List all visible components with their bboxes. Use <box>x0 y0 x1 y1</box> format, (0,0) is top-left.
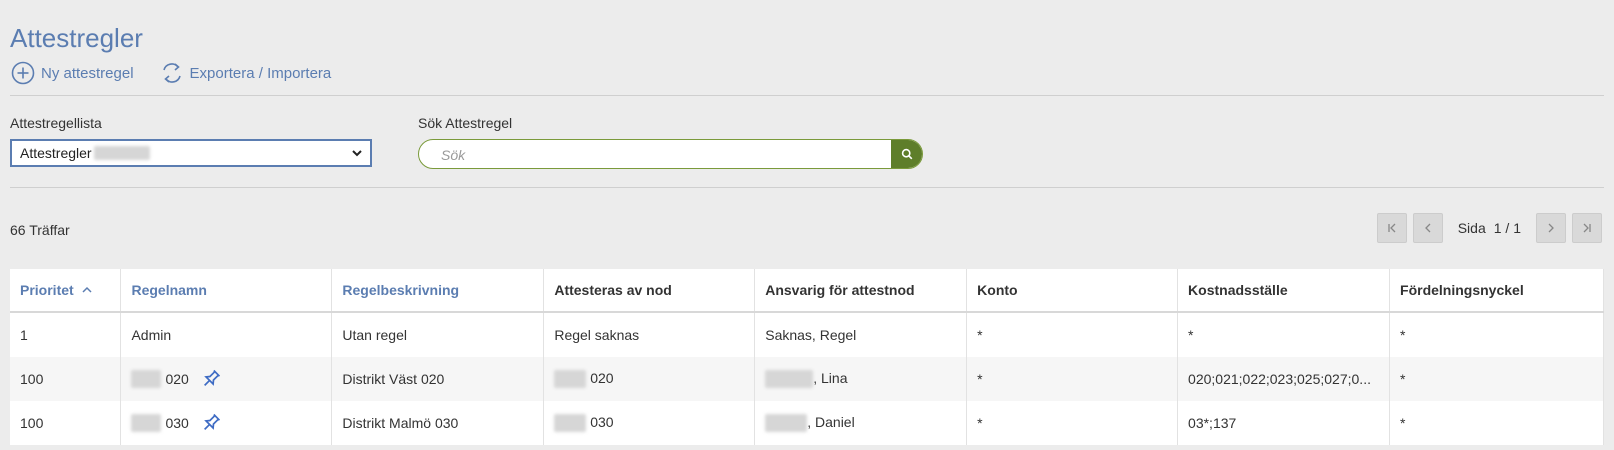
first-page-icon <box>1388 223 1396 233</box>
column-header-priority[interactable]: Prioritet <box>10 269 122 313</box>
redacted-text <box>765 414 808 433</box>
sync-arrows-icon <box>162 63 181 83</box>
redacted-text <box>554 370 587 389</box>
cell-description: Distrikt Väst 020 <box>331 357 545 401</box>
column-header-cost-center: Kostnadsställe <box>1177 269 1391 313</box>
cell-name: 030 <box>120 401 333 445</box>
cell-cost-center: * <box>1177 312 1391 357</box>
cell-owner: Saknas, Regel <box>754 312 968 357</box>
page-title: Attestregler <box>10 23 143 54</box>
cell-account: * <box>966 401 1179 445</box>
node-text: 030 <box>590 413 614 430</box>
last-page-button[interactable] <box>1572 213 1602 243</box>
divider <box>10 95 1604 96</box>
redacted-text <box>131 414 162 432</box>
page-label: Sida <box>1457 220 1486 236</box>
cell-account: * <box>966 312 1179 357</box>
cell-cost-center: 03*;137 <box>1177 401 1391 445</box>
divider <box>10 187 1604 188</box>
cell-priority: 1 <box>10 312 122 357</box>
table-header-row: Prioritet Regelnamn Regelbeskrivning Att… <box>10 269 1604 313</box>
new-rule-button[interactable]: Ny attestregel <box>11 61 134 85</box>
page-value: 1 / 1 <box>1493 220 1521 236</box>
page-indicator: Sida 1 / 1 <box>1458 220 1521 236</box>
cell-node: Regel saknas <box>543 312 756 357</box>
chevron-down-icon <box>352 150 362 157</box>
cell-distribution-key: * <box>1389 357 1604 401</box>
redacted-text <box>131 370 162 388</box>
search-icon <box>901 148 913 160</box>
table-row[interactable]: 1 Admin Utan regel Regel saknas Saknas, … <box>10 312 1604 357</box>
column-header-owner: Ansvarig för attestnod <box>754 269 968 313</box>
search-label: Sök Attestregel <box>418 115 513 131</box>
last-page-icon <box>1583 223 1591 233</box>
cell-distribution-key: * <box>1389 401 1604 445</box>
cell-distribution-key: * <box>1389 312 1604 357</box>
export-import-label: Exportera / Importera <box>189 64 332 82</box>
column-header-name[interactable]: Regelnamn <box>120 269 333 313</box>
cell-priority: 100 <box>10 357 122 401</box>
redacted-text <box>554 414 587 433</box>
cell-cost-center: 020;021;022;023;025;027;0... <box>1177 357 1391 401</box>
plus-circle-icon <box>11 61 35 85</box>
table-row[interactable]: 100 020 Distrikt Väst 020 020 , Lina * 0… <box>10 357 1604 401</box>
rule-name-text: 030 <box>165 415 189 431</box>
owner-text: , Lina <box>813 369 848 386</box>
redacted-text <box>765 370 814 389</box>
node-text: 020 <box>590 369 614 386</box>
column-header-description[interactable]: Regelbeskrivning <box>331 269 545 313</box>
search-box <box>418 139 923 169</box>
column-header-distribution-key: Fördelningsnyckel <box>1389 269 1604 313</box>
export-import-button[interactable]: Exportera / Importera <box>160 61 332 85</box>
rule-list-value: Attestregler <box>20 145 92 161</box>
next-page-button[interactable] <box>1536 213 1566 243</box>
search-input[interactable] <box>439 140 873 168</box>
cell-name: 020 <box>120 357 333 401</box>
redacted-text <box>93 146 150 160</box>
first-page-button[interactable] <box>1376 213 1407 243</box>
column-header-account: Konto <box>966 269 1179 313</box>
search-button[interactable] <box>891 140 922 168</box>
cell-node: 030 <box>543 401 756 445</box>
owner-text: , Daniel <box>807 413 855 430</box>
rule-list-select[interactable]: Attestregler <box>10 139 372 167</box>
chevron-left-icon <box>1424 223 1431 233</box>
cell-priority: 100 <box>10 401 122 445</box>
pin-icon[interactable] <box>199 367 223 391</box>
cell-description: Utan regel <box>331 312 545 357</box>
cell-description: Distrikt Malmö 030 <box>331 401 545 445</box>
new-rule-label: Ny attestregel <box>41 64 134 82</box>
cell-name: Admin <box>120 312 333 357</box>
cell-node: 020 <box>543 357 756 401</box>
table-row[interactable]: 100 030 Distrikt Malmö 030 030 , Daniel … <box>10 401 1604 445</box>
cell-owner: , Lina <box>754 357 968 401</box>
priority-header-label: Prioritet <box>20 282 74 298</box>
cell-owner: , Daniel <box>754 401 968 445</box>
chevron-right-icon <box>1548 223 1554 233</box>
toolbar: Ny attestregel Exportera / Importera <box>11 60 331 86</box>
result-count: 66 Träffar <box>10 222 70 238</box>
sort-ascending-icon <box>82 286 92 293</box>
pagination: Sida 1 / 1 <box>1376 213 1602 243</box>
rules-table: Prioritet Regelnamn Regelbeskrivning Att… <box>10 269 1604 445</box>
cell-account: * <box>966 357 1179 401</box>
rule-list-label: Attestregellista <box>10 115 102 131</box>
rule-name-text: 020 <box>165 371 189 387</box>
pin-icon[interactable] <box>199 411 223 435</box>
prev-page-button[interactable] <box>1412 213 1443 243</box>
column-header-node: Attesteras av nod <box>543 269 756 313</box>
